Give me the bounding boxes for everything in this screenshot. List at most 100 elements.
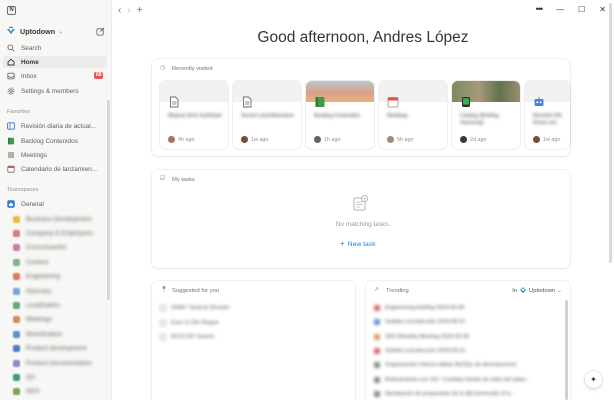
page-icon [374,319,380,326]
trending-item[interactable]: Subida a producción 2024.05.01 [374,347,466,354]
workspace-switcher[interactable]: Uptodown ⌄ [6,25,106,37]
team-page-item[interactable]: Company & Employees [3,227,107,239]
card-title: Revisión EN fichas con [533,113,562,126]
favorite-item[interactable]: Calendario de lanzamien... [3,163,107,175]
team-page-item[interactable]: Meetings [3,314,107,326]
trending-label: Refinamiento con 33+: Cambiar fuente de … [385,376,530,383]
team-page-item[interactable]: Product development [3,343,107,355]
team-page-label: Comunicación [26,244,67,252]
page-icon [170,96,179,108]
team-page-item[interactable]: Localization [3,299,107,311]
suggested-item[interactable]: SWAT Tactical Shooter [160,305,230,311]
my-tasks-section: ☑ My tasks [152,170,570,268]
card-meta: 1h ago [314,136,341,143]
sidebar-item-search[interactable]: Search [3,42,107,54]
back-arrow-icon[interactable]: ‹ [118,5,121,16]
trending-item[interactable]: Engineering briefing 2024.05.06 [374,305,464,311]
greeting-title: Good afternoon, Andres López [257,29,469,46]
team-page-item[interactable]: SEO [3,386,107,398]
forward-arrow-icon[interactable]: › [127,5,130,16]
sidebar-item-label: Inbox [21,72,37,80]
filter-value: Uptodown [529,288,556,294]
trending-item[interactable]: Subida a producción 2024.05.07 [374,319,466,326]
sidebar-item-label: Search [21,44,42,52]
window-controls: ••• — ☐ ✕ [536,4,606,14]
page-icon [374,305,380,311]
favorite-label: Backlog Contenidos [21,137,78,145]
inbox-count-badge: 68 [94,72,103,79]
page-icon [374,390,380,397]
card-title: Meetings [387,113,409,119]
trending-item[interactable]: Organización interna tablas MySQL de des… [374,362,517,369]
page-emoji-icon [13,244,20,252]
new-task-button[interactable]: + New task [340,239,376,248]
recent-card[interactable]: Catalog (Briefing Samsung) 2d ago [452,81,520,149]
trending-label: Engineering briefing 2024.05.06 [385,305,465,311]
sidebar-item-settings[interactable]: Settings & members [3,85,107,97]
page-emoji-icon [13,229,20,237]
robot-icon [534,97,544,106]
close-icon[interactable]: ✕ [599,5,606,14]
trending-item[interactable]: SEO Monthly Meeting 2024.05.06 [374,333,469,340]
recent-card[interactable]: Secret Land Adventure 1w ago [233,81,301,149]
avatar [168,136,175,143]
page-icon [374,333,380,340]
team-page-item[interactable]: Glossary [3,285,107,297]
more-options-icon[interactable]: ••• [536,4,544,14]
home-icon [7,58,15,66]
notion-logo-icon[interactable]: N [7,6,16,15]
suggested-item[interactable]: Earn to Die Rogue [160,320,219,326]
chevron-down-icon: ⌄ [58,28,64,35]
teamspace-label: General [21,200,44,208]
trending-filter[interactable]: In Uptodown ⌄ [512,287,562,295]
card-title: Backlog Contenidos [314,113,361,119]
recent-card[interactable]: Backlog Contenidos 1h ago [306,81,374,149]
sidebar-item-label: Settings & members [21,87,79,95]
team-page-label: Product development [26,345,87,353]
ai-assistant-button[interactable]: ✦ [585,371,602,388]
card-title: Secret Land Adventure [241,113,294,119]
team-page-item[interactable]: Engineering [3,271,107,283]
trending-item[interactable]: Refinamiento con 33+: Cambiar fuente de … [374,376,530,383]
team-page-item[interactable]: Monetization [3,328,107,340]
new-tab-plus-icon[interactable]: + [137,5,143,16]
teamspace-general[interactable]: General [3,198,107,210]
recent-card[interactable]: Mejorar ficha Surfshark 4h ago [160,81,228,149]
new-page-icon[interactable] [96,27,105,36]
trending-item[interactable]: Aprobación de propuestas de la @Communit… [374,390,515,397]
team-page-item[interactable]: Content [3,256,107,268]
avatar [533,136,540,143]
favorite-label: Revisión diaria de actual... [21,122,96,130]
page-emoji-icon [13,287,20,295]
section-title: My tasks [172,176,195,183]
avatar [460,136,467,143]
team-page-item[interactable]: Product documentation [3,357,107,369]
sidebar-scrollbar[interactable] [107,100,110,300]
suggested-label: ROCCAT Swarm [171,334,215,340]
favorite-item[interactable]: Backlog Contenidos [3,135,107,147]
page-emoji-icon [13,373,20,381]
page-emoji-icon [13,273,20,281]
green-book-icon [315,97,325,107]
suggested-label: Earn to Die Rogue [171,320,219,326]
minimize-icon[interactable]: — [556,5,564,14]
favorite-item[interactable]: Revisión diaria de actual... [3,120,107,132]
page-emoji-icon [13,301,20,309]
empty-tasks-text: No matching tasks. [335,221,391,228]
favorite-item[interactable]: Meetings [3,149,107,161]
team-page-item[interactable]: Comunicación [3,242,107,254]
maximize-icon[interactable]: ☐ [578,5,585,14]
trending-scrollbar[interactable] [565,300,568,400]
page-emoji-icon [13,258,20,266]
sidebar-item-label: Home [21,58,39,66]
card-title: Mejorar ficha Surfshark [168,113,222,119]
page-emoji-icon [13,316,20,324]
sidebar-item-inbox[interactable]: Inbox 68 [3,70,107,82]
suggested-item[interactable]: ROCCAT Swarm [160,334,215,340]
team-page-item[interactable]: Business Development [3,213,107,225]
team-page-item[interactable]: QA [3,371,107,383]
sidebar-item-home[interactable]: Home [3,56,107,68]
pin-icon: 📍︎ [160,287,168,293]
recent-card[interactable]: Revisión EN fichas con 1w ago [525,81,570,149]
recent-card[interactable]: Meetings 5h ago [379,81,447,149]
